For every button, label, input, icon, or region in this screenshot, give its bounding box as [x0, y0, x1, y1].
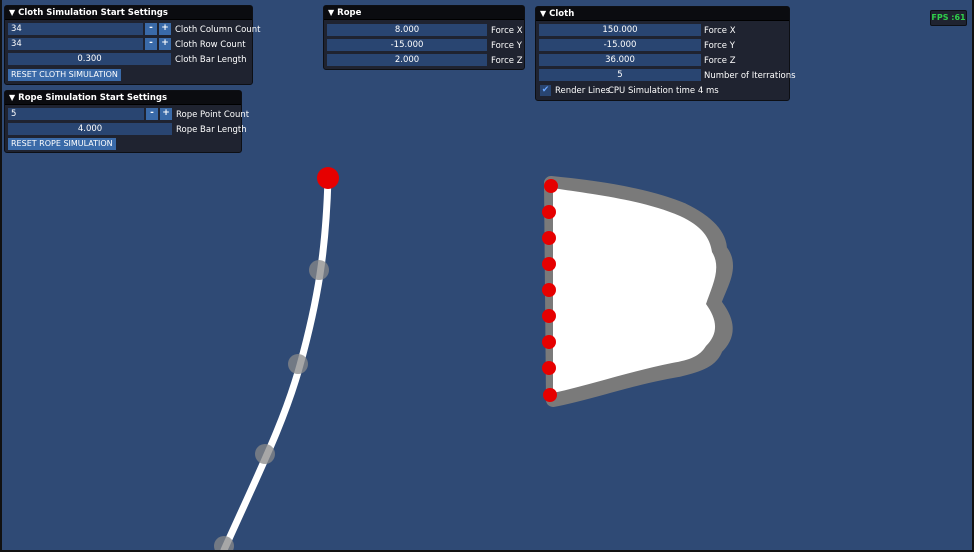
- checkmark-icon: ✔: [541, 85, 550, 95]
- cloth-force-panel: ▼ Cloth 150.000 Force X -15.000 Force Y 3…: [535, 6, 796, 101]
- rope-force-x-label: Force X: [491, 26, 523, 36]
- reset-rope-button[interactable]: RESET ROPE SIMULATION: [8, 138, 116, 150]
- cloth-iterations-input[interactable]: 5: [539, 69, 701, 81]
- panel-header[interactable]: ▼ Cloth: [536, 7, 789, 21]
- rope-point-decrement-button[interactable]: -: [146, 108, 158, 120]
- panel-header[interactable]: ▼ Cloth Simulation Start Settings: [5, 6, 252, 20]
- cloth-column-decrement-button[interactable]: -: [145, 23, 157, 35]
- collapse-arrow-icon[interactable]: ▼: [328, 6, 334, 19]
- rope-joint: [288, 354, 308, 374]
- rope-bar-length-input[interactable]: 4.000: [8, 123, 172, 135]
- rope-joint: [255, 444, 275, 464]
- panel-title: Rope: [337, 8, 362, 18]
- rope-line: [220, 174, 332, 552]
- collapse-arrow-icon[interactable]: ▼: [540, 7, 546, 20]
- cloth-row-count-input[interactable]: 34: [8, 38, 143, 50]
- cloth-start-settings-panel: ▼ Cloth Simulation Start Settings 34 - + …: [4, 5, 260, 85]
- cloth-row-count-label: Cloth Row Count: [175, 40, 246, 50]
- cloth-force-x-input[interactable]: 150.000: [539, 24, 701, 36]
- cloth-column-count-input[interactable]: 34: [8, 23, 143, 35]
- cloth-force-y-label: Force Y: [704, 41, 735, 51]
- cloth-pins: [542, 179, 558, 402]
- cloth-row-decrement-button[interactable]: -: [145, 38, 157, 50]
- rope-force-panel: ▼ Rope 8.000 Force X -15.000 Force Y 2.00…: [323, 5, 525, 70]
- rope-pin: [317, 167, 339, 189]
- cloth-row-increment-button[interactable]: +: [159, 38, 171, 50]
- rope-bar-length-label: Rope Bar Length: [176, 125, 247, 135]
- collapse-arrow-icon[interactable]: ▼: [9, 91, 15, 104]
- rope-force-x-input[interactable]: 8.000: [327, 24, 487, 36]
- cloth-force-z-label: Force Z: [704, 56, 736, 66]
- cloth-iterations-label: Number of Iterrations: [704, 71, 796, 81]
- cloth-column-count-label: Cloth Column Count: [175, 25, 261, 35]
- cloth-force-x-label: Force X: [704, 26, 736, 36]
- rope-force-z-input[interactable]: 2.000: [327, 54, 487, 66]
- cloth-force-y-input[interactable]: -15.000: [539, 39, 701, 51]
- panel-header[interactable]: ▼ Rope: [324, 6, 524, 20]
- rope-force-y-input[interactable]: -15.000: [327, 39, 487, 51]
- rope-force-z-label: Force Z: [491, 56, 523, 66]
- collapse-arrow-icon[interactable]: ▼: [9, 6, 15, 19]
- reset-cloth-button[interactable]: RESET CLOTH SIMULATION: [8, 69, 121, 81]
- cloth-force-z-input[interactable]: 36.000: [539, 54, 701, 66]
- rope-point-count-input[interactable]: 5: [8, 108, 144, 120]
- cloth-column-increment-button[interactable]: +: [159, 23, 171, 35]
- render-lines-checkbox[interactable]: ✔: [540, 85, 551, 96]
- panel-title: Rope Simulation Start Settings: [18, 93, 168, 103]
- fps-counter: FPS :61: [930, 10, 967, 26]
- cloth-bar-length-input[interactable]: 0.300: [8, 53, 171, 65]
- panel-header[interactable]: ▼ Rope Simulation Start Settings: [5, 91, 241, 105]
- cpu-simulation-time: CPU Simulation time 4 ms: [608, 86, 719, 96]
- panel-title: Cloth Simulation Start Settings: [18, 8, 168, 18]
- cloth-bar-length-label: Cloth Bar Length: [175, 55, 247, 65]
- render-lines-label: Render Lines: [555, 86, 611, 96]
- rope-joint: [309, 260, 329, 280]
- rope-force-y-label: Force Y: [491, 41, 522, 51]
- rope-start-settings-panel: ▼ Rope Simulation Start Settings 5 - + Ro…: [4, 90, 249, 153]
- panel-title: Cloth: [549, 9, 575, 19]
- rope-point-increment-button[interactable]: +: [160, 108, 172, 120]
- rope-point-count-label: Rope Point Count: [176, 110, 250, 120]
